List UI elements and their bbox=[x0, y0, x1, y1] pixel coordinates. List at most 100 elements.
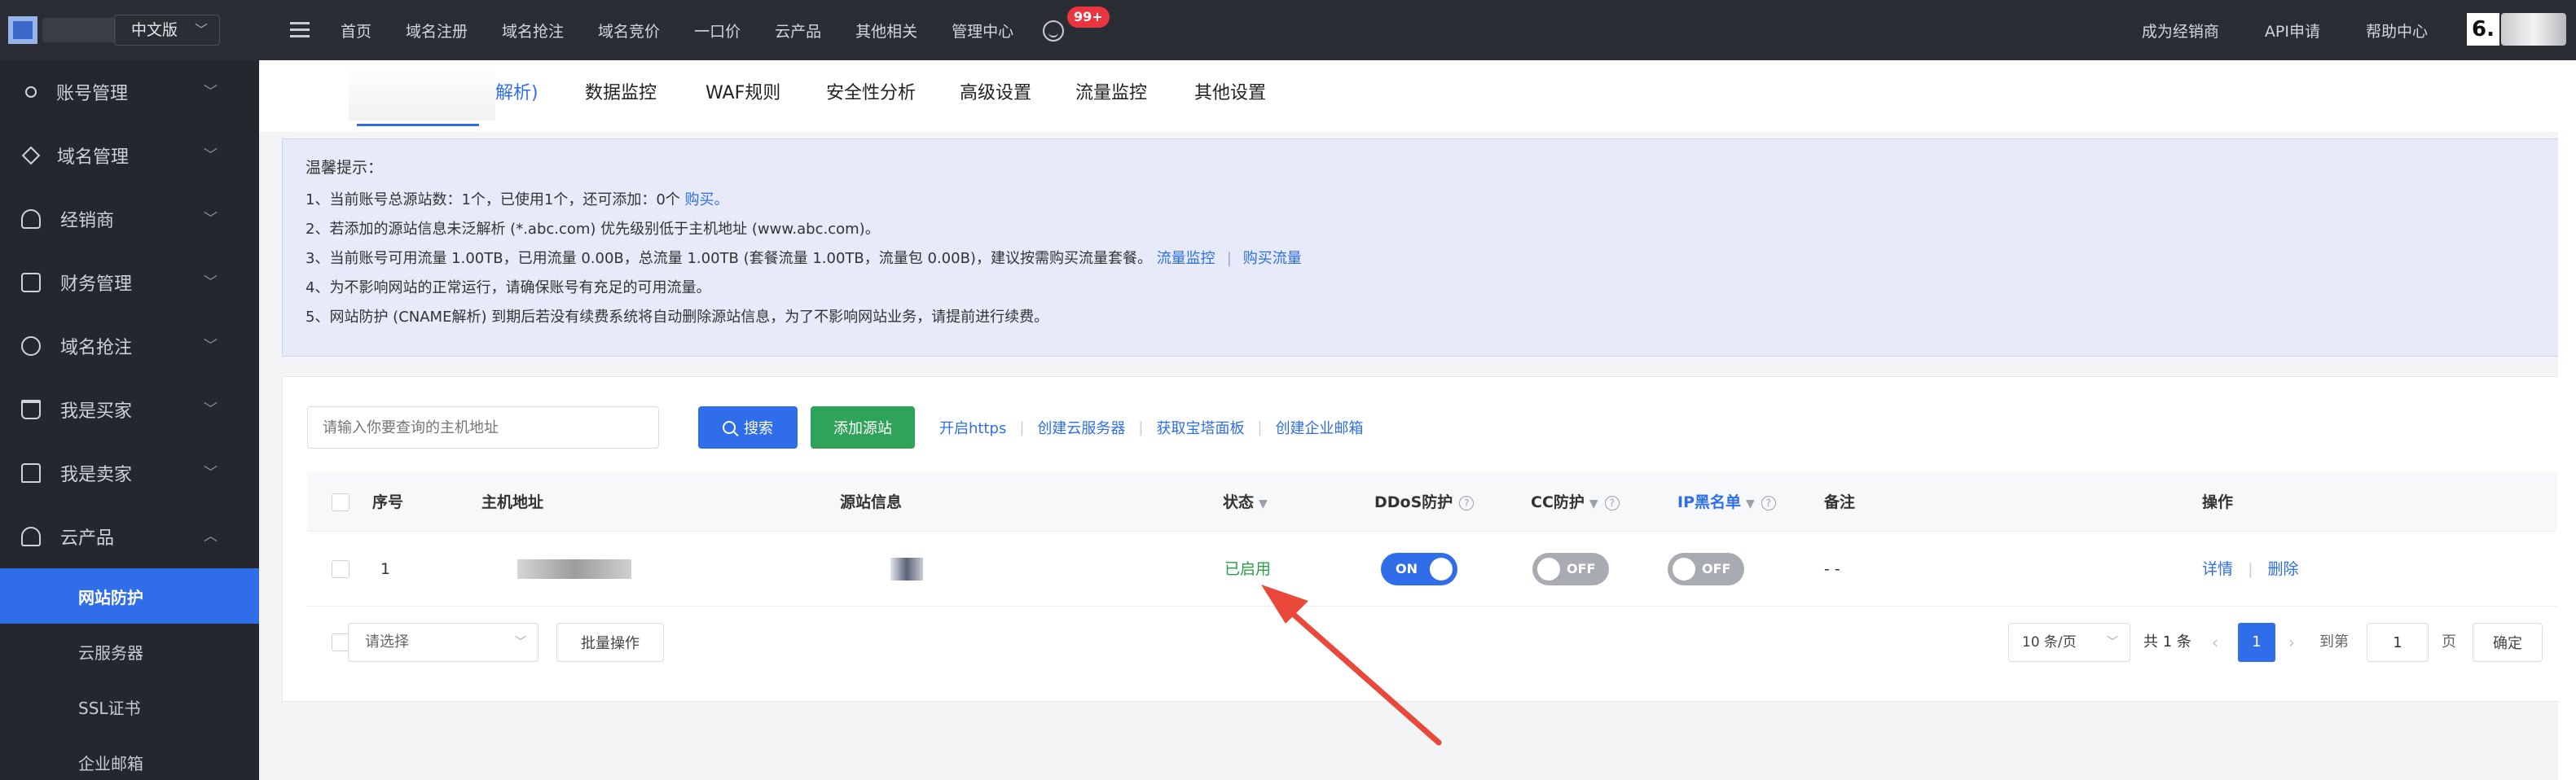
clock-icon bbox=[21, 336, 41, 356]
select-all-checkbox[interactable] bbox=[332, 493, 349, 511]
chevron-down-icon: ﹀ bbox=[204, 274, 218, 291]
logo-text-redacted bbox=[42, 18, 116, 42]
logo[interactable] bbox=[8, 16, 37, 44]
tab-waf-rules[interactable]: WAF规则 bbox=[706, 78, 780, 104]
table-footer: 请选择 ﹀ 批量操作 10 条/页 ﹀ 共 1 条 ‹ 1 › 到第 页 确定 bbox=[307, 607, 2557, 680]
sidebar-item-label: 域名管理 bbox=[57, 147, 130, 168]
sidebar-item-label: 财务管理 bbox=[60, 274, 133, 295]
nav-domain-register[interactable]: 域名注册 bbox=[406, 20, 468, 42]
chevron-down-icon: ﹀ bbox=[204, 338, 218, 354]
tab-active-redacted[interactable] bbox=[349, 60, 495, 121]
nav-become-reseller[interactable]: 成为经销商 bbox=[2142, 20, 2219, 42]
language-switcher[interactable]: 中文版 ﹀ bbox=[114, 15, 220, 46]
page-size-select[interactable]: 10 条/页 ﹀ bbox=[2008, 623, 2130, 662]
chevron-down-icon: ﹀ bbox=[204, 465, 218, 481]
tab-other-settings[interactable]: 其他设置 bbox=[1194, 78, 1266, 104]
ip-blacklist-toggle[interactable]: OFF bbox=[1668, 553, 1744, 585]
delete-link[interactable]: 删除 bbox=[2268, 560, 2299, 578]
traffic-monitor-link[interactable]: 流量监控 bbox=[1157, 250, 1215, 267]
link-divider: | bbox=[1226, 250, 1232, 267]
tab-advanced-settings[interactable]: 高级设置 bbox=[960, 78, 1031, 104]
search-input[interactable] bbox=[307, 406, 659, 449]
sidebar-sub-ssl[interactable]: SSL证书 bbox=[0, 679, 259, 734]
nav-cloud-products[interactable]: 云产品 bbox=[775, 20, 821, 42]
nav-domain-auction[interactable]: 域名竞价 bbox=[598, 20, 660, 42]
sidebar-item-domains[interactable]: 域名管理 ﹀ bbox=[0, 124, 259, 187]
goto-prefix: 到第 bbox=[2319, 633, 2349, 651]
nav-api-apply[interactable]: API申请 bbox=[2265, 20, 2320, 42]
cc-toggle[interactable]: OFF bbox=[1532, 553, 1609, 585]
sidebar-item-finance[interactable]: 财务管理 ﹀ bbox=[0, 251, 259, 314]
nav-admin-center[interactable]: 管理中心 bbox=[952, 20, 1013, 42]
language-label: 中文版 bbox=[131, 21, 178, 39]
nav-help-center[interactable]: 帮助中心 bbox=[2366, 20, 2428, 42]
goto-page-input[interactable] bbox=[2367, 623, 2429, 662]
person-icon bbox=[25, 86, 37, 98]
buy-traffic-link[interactable]: 购买流量 bbox=[1243, 250, 1302, 267]
sidebar-sub-cloud-server[interactable]: 云服务器 bbox=[0, 624, 259, 679]
sidebar-item-label: 云产品 bbox=[60, 528, 115, 549]
ddos-toggle[interactable]: ON bbox=[1381, 553, 1457, 585]
tab-active-indicator bbox=[357, 124, 479, 126]
nav-other[interactable]: 其他相关 bbox=[855, 20, 917, 42]
create-cloud-server-link[interactable]: 创建云服务器 bbox=[1037, 417, 1125, 438]
nav-domain-snap[interactable]: 域名抢注 bbox=[502, 20, 564, 42]
notice-line-4: 4、为不影响网站的正常运行，请确保账号有充足的可用流量。 bbox=[306, 279, 711, 296]
menu-icon[interactable] bbox=[290, 18, 310, 41]
message-icon[interactable] bbox=[1043, 20, 1064, 42]
current-page[interactable]: 1 bbox=[2238, 623, 2275, 662]
buy-link[interactable]: 购买。 bbox=[685, 191, 729, 208]
chevron-down-icon: ﹀ bbox=[194, 22, 208, 37]
top-bar: 中文版 ﹀ 首页 域名注册 域名抢注 域名竞价 一口价 云产品 其他相关 管理中… bbox=[0, 0, 2576, 60]
col-cc[interactable]: CC防护 ▼? bbox=[1531, 473, 1620, 532]
status-badge: 已启用 bbox=[1224, 560, 1272, 578]
sidebar-sub-website-protection[interactable]: 网站防护 bbox=[0, 568, 259, 624]
notice-line-2: 2、若添加的源站信息未泛解析 (*.abc.com) 优先级别低于主机地址 (w… bbox=[306, 221, 880, 238]
help-icon[interactable]: ? bbox=[1459, 495, 1475, 511]
link-divider: | bbox=[1138, 418, 1144, 436]
get-bt-panel-link[interactable]: 获取宝塔面板 bbox=[1156, 417, 1244, 438]
footer-select-checkbox[interactable] bbox=[332, 633, 349, 651]
sidebar-item-cloud[interactable]: 云产品 ︿ bbox=[0, 505, 259, 568]
next-page-icon[interactable]: › bbox=[2288, 623, 2295, 662]
prev-page-icon[interactable]: ‹ bbox=[2212, 623, 2218, 662]
username-redacted[interactable] bbox=[2501, 13, 2566, 46]
link-divider: | bbox=[1257, 418, 1263, 436]
notice-box: 温馨提示： 1、当前账号总源站数：1个，已使用1个，还可添加：0个 购买。 2、… bbox=[282, 138, 2576, 357]
nav-fixed-price[interactable]: 一口价 bbox=[694, 20, 741, 42]
top-right-nav: 成为经销商 API申请 帮助中心 bbox=[2096, 0, 2428, 60]
batch-operate-button[interactable]: 批量操作 bbox=[556, 623, 664, 662]
help-icon[interactable]: ? bbox=[1604, 495, 1620, 511]
main-content: 解析) 数据监控 WAF规则 安全性分析 高级设置 流量监控 其他设置 温馨提示… bbox=[259, 60, 2576, 780]
sidebar-item-label: 经销商 bbox=[60, 211, 115, 231]
detail-link[interactable]: 详情 bbox=[2202, 560, 2233, 578]
scrollbar-track[interactable] bbox=[2558, 60, 2576, 780]
sidebar-item-snap[interactable]: 域名抢注 ﹀ bbox=[0, 314, 259, 378]
sidebar-item-account[interactable]: 账号管理 ﹀ bbox=[0, 60, 259, 124]
col-status[interactable]: 状态 ▼ bbox=[1223, 473, 1268, 532]
sidebar-sub-email[interactable]: 企业邮箱 bbox=[0, 734, 259, 780]
source-list-panel: 搜索 添加源站 开启https | 创建云服务器 | 获取宝塔面板 | 创建企业… bbox=[282, 376, 2576, 702]
tab-traffic-monitor[interactable]: 流量监控 bbox=[1075, 78, 1147, 104]
sidebar-item-buyer[interactable]: 我是买家 ﹀ bbox=[0, 378, 259, 441]
row-actions: 详情 | 删除 bbox=[2202, 532, 2299, 607]
nav-home[interactable]: 首页 bbox=[341, 20, 371, 42]
avatar[interactable]: 6. bbox=[2467, 13, 2499, 46]
search-button[interactable]: 搜索 bbox=[698, 406, 798, 449]
sidebar-item-seller[interactable]: 我是卖家 ﹀ bbox=[0, 441, 259, 505]
batch-action-select[interactable]: 请选择 ﹀ bbox=[348, 623, 538, 662]
tab-data-monitor[interactable]: 数据监控 bbox=[585, 78, 657, 104]
row-checkbox[interactable] bbox=[332, 560, 349, 578]
create-email-link[interactable]: 创建企业邮箱 bbox=[1276, 417, 1364, 438]
col-ip-blacklist[interactable]: IP黑名单 ▼? bbox=[1677, 473, 1776, 532]
chevron-down-icon: ﹀ bbox=[204, 211, 218, 227]
row-note: - - bbox=[1824, 560, 1840, 578]
sidebar-item-reseller[interactable]: 经销商 ﹀ bbox=[0, 187, 259, 251]
add-source-button[interactable]: 添加源站 bbox=[811, 406, 915, 449]
tab-security-analysis[interactable]: 安全性分析 bbox=[826, 78, 916, 104]
help-icon[interactable]: ? bbox=[1761, 495, 1776, 511]
enable-https-link[interactable]: 开启https bbox=[939, 417, 1006, 438]
confirm-goto-button[interactable]: 确定 bbox=[2473, 623, 2543, 662]
tab-dns[interactable]: 解析) bbox=[495, 78, 538, 104]
col-host: 主机地址 bbox=[481, 493, 544, 511]
